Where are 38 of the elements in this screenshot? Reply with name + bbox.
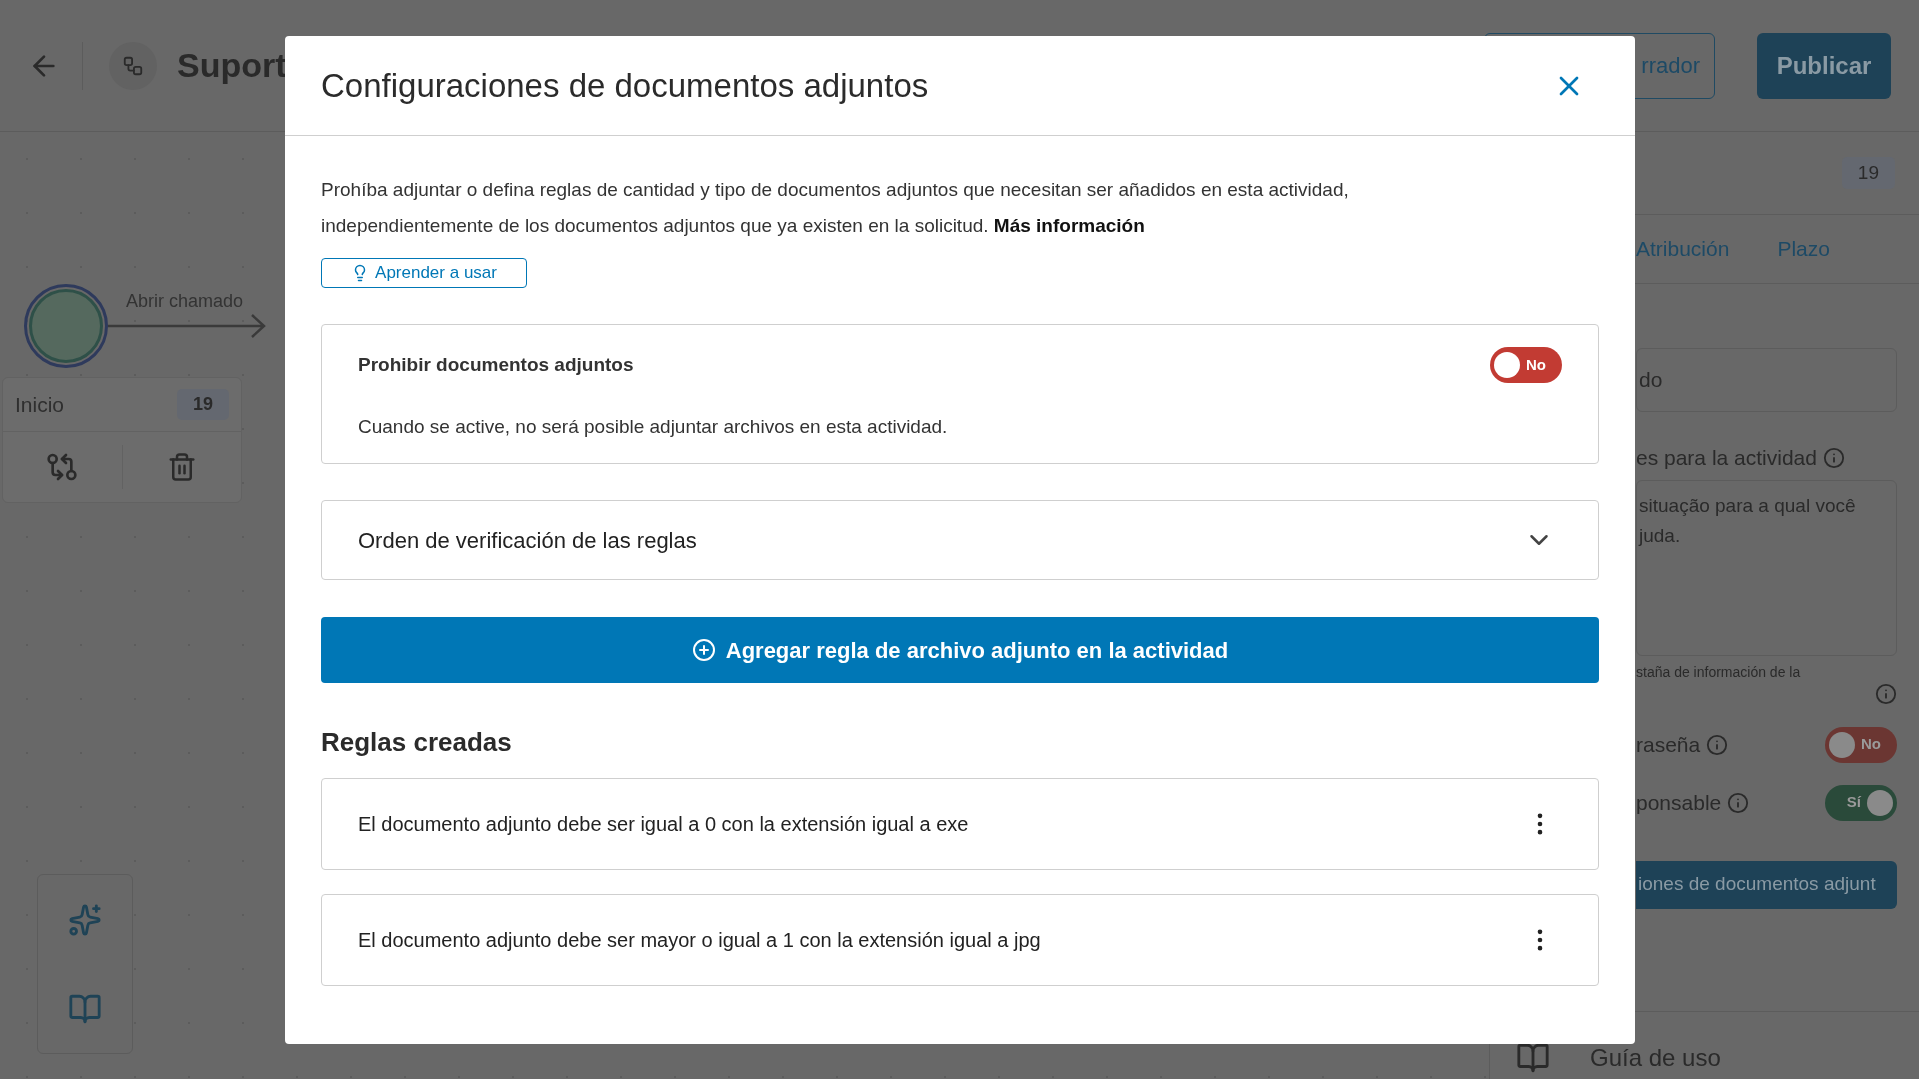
switch-label: raseña [1636,731,1701,758]
process-title: Suport [177,45,287,86]
info-icon[interactable] [1706,733,1729,756]
attachments-button[interactable]: iones de documentos adjunt [1636,860,1897,909]
guide-link[interactable]: Guía de uso [1590,1039,1721,1076]
switch-label: ponsable [1636,789,1722,816]
more-info-link[interactable]: Más información [993,215,1145,236]
rule-text: El documento adjunto debe ser igual a 0 con la extensión igual a exe [358,812,969,837]
info-icon[interactable] [1727,791,1750,814]
card-title: Prohibir documentos adjuntos [358,352,634,377]
sparkle-icon[interactable] [68,902,102,937]
dialog-title: Configuraciones de documentos adjuntos [321,65,929,106]
description-textarea[interactable]: situação para a qual você juda. [1636,479,1897,656]
publish-button[interactable]: Publicar [1757,32,1891,99]
hint-text: staña de información de la [1636,662,1802,682]
toggle-switch[interactable]: No [1825,726,1897,763]
info-icon[interactable] [1822,446,1845,469]
toggle-switch[interactable]: No [1490,346,1562,383]
toggle-knob [1494,351,1520,378]
toggle-switch[interactable]: Sí [1825,784,1897,821]
info-icon[interactable] [1875,682,1897,705]
swap-icon[interactable] [46,451,79,483]
learn-button[interactable]: Aprender a usar [321,258,527,288]
node-title: Inicio [15,391,65,418]
dialog-description: Prohíba adjuntar o defina reglas de cantidad y tipo de documentos adjuntos que necesitan ser añadidos en esta actividad, independientemente de los documentos adjuntos que ya existen en la solicitud. Más información [321,178,1350,238]
node-card[interactable]: Inicio 19 [2,377,242,503]
count-badge: 19 [1841,156,1895,190]
name-field[interactable]: do [1636,348,1897,412]
toggle-knob [1829,731,1855,758]
count-badge: 19 [176,389,229,420]
toggle-knob [1867,789,1893,816]
rule-text: El documento adjunto debe ser mayor o igual a 1 con la extensión igual a jpg [358,928,1041,953]
plus-circle-icon [691,638,716,662]
add-rule-button[interactable]: Agregar regla de archivo adjunto en la actividad [321,617,1599,683]
card-description: Cuando se active, no será posible adjuntar archivos en esta actividad. [358,414,949,439]
rules-order-accordion[interactable]: Orden de verificación de las reglas [321,500,1599,580]
rules-heading: Reglas creadas [321,726,513,759]
field-label: es para la actividad [1636,445,1817,471]
